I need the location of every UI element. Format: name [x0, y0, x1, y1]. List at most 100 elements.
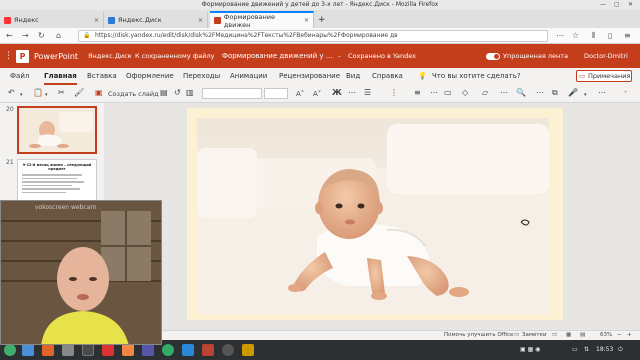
start-menu-icon[interactable] [4, 344, 16, 356]
library-icon[interactable]: ⫴ [592, 31, 595, 41]
tab-view[interactable]: Вид [346, 71, 360, 81]
reload-icon[interactable]: ↻ [38, 31, 45, 41]
app-icon[interactable] [222, 344, 234, 356]
numbering-icon[interactable]: ⋮ [390, 88, 398, 98]
app-icon[interactable] [162, 344, 174, 356]
outline-icon[interactable]: ▱ [482, 88, 488, 98]
zoom-out-icon[interactable]: − [617, 331, 622, 340]
slide-thumbnail-20[interactable] [17, 106, 97, 154]
new-tab-button[interactable]: + [314, 12, 328, 28]
undo-icon[interactable]: ↶ [8, 88, 15, 98]
simplified-ribbon-toggle[interactable]: Упрощенная лента [486, 44, 568, 68]
format-painter-icon[interactable]: 🖌 [74, 88, 84, 98]
network-icon[interactable]: ⇅ [584, 345, 589, 355]
zoom-in-icon[interactable]: + [627, 331, 632, 340]
keyboard-layout-icon[interactable]: ▭ [572, 345, 578, 355]
bullets-icon[interactable]: ☰ [364, 88, 371, 98]
tab-design[interactable]: Оформление [126, 71, 174, 81]
reading-view-icon[interactable]: ▤ [580, 331, 585, 340]
help-improve-office[interactable]: Помочь улучшить Office [444, 331, 513, 340]
cut-icon[interactable]: ✂ [58, 88, 65, 98]
chevron-down-icon[interactable]: ▾ [45, 90, 48, 100]
forward-icon[interactable]: → [22, 31, 29, 41]
new-slide-button[interactable]: Создать слайд [108, 89, 159, 99]
user-name[interactable]: Doctor-Dmitri [584, 44, 628, 68]
clock[interactable]: 18:53 [596, 345, 613, 355]
reset-icon[interactable]: ↺ [174, 88, 181, 98]
dictate-icon[interactable]: 🎤 [568, 88, 578, 98]
terminal-icon[interactable] [82, 344, 94, 356]
firefox-icon[interactable] [42, 344, 54, 356]
layout-icon[interactable]: ▤ [160, 88, 168, 98]
app-icon[interactable] [122, 344, 134, 356]
more-icon[interactable]: ⋯ [598, 88, 606, 98]
app-icon[interactable] [142, 344, 154, 356]
tab-presentation[interactable]: Формирование движен ✕ [210, 11, 314, 29]
section-icon[interactable]: ▥ [186, 88, 194, 98]
tab-review[interactable]: Рецензирование [279, 71, 340, 81]
more-icon[interactable]: ⋯ [348, 88, 356, 98]
tab-transitions[interactable]: Переходы [183, 71, 220, 81]
notes-button[interactable]: Заметки [522, 331, 547, 340]
power-icon[interactable]: ⏻ [618, 345, 623, 355]
app-icon[interactable] [242, 344, 254, 356]
yandex-disk-icon [108, 16, 115, 24]
collapse-ribbon-icon[interactable]: ˅ [624, 90, 627, 100]
chevron-down-icon[interactable]: ▾ [20, 90, 23, 100]
baby-photo[interactable] [197, 118, 549, 314]
powerpoint-logo[interactable]: P PowerPoint [16, 44, 78, 68]
minimize-icon[interactable]: — [600, 1, 606, 9]
more-icon[interactable]: ⋯ [536, 88, 544, 98]
more-actions-icon[interactable]: ⋯ [556, 31, 564, 41]
font-size-field[interactable] [264, 88, 288, 99]
app-icon[interactable] [202, 344, 214, 356]
url-bar[interactable]: 🔒 https://disk.yandex.ru/edit/disk/disk%… [78, 30, 548, 42]
tab-yandex[interactable]: Яндекс ✕ [0, 12, 104, 28]
comments-button[interactable]: ▭ Примечания [576, 70, 632, 82]
increase-font-icon[interactable]: A˄ [296, 89, 304, 99]
more-icon[interactable]: ⋯ [430, 88, 438, 98]
close-tab-icon[interactable]: ✕ [198, 17, 203, 24]
new-slide-icon[interactable]: ▣ [95, 88, 103, 98]
zoom-level[interactable]: 63% [600, 331, 612, 340]
close-window-icon[interactable]: ✕ [628, 1, 633, 9]
bookmark-icon[interactable]: ☆ [572, 31, 579, 41]
close-tab-icon[interactable]: ✕ [94, 17, 99, 24]
font-name-field[interactable] [202, 88, 262, 99]
tab-file[interactable]: Файл [10, 71, 29, 81]
maximize-icon[interactable]: ▢ [614, 1, 620, 9]
fill-icon[interactable]: ◇ [462, 88, 468, 98]
tab-home[interactable]: Главная [44, 71, 77, 85]
designer-icon[interactable]: ⧉ [552, 88, 558, 98]
app-icon[interactable] [102, 344, 114, 356]
files-icon[interactable] [22, 344, 34, 356]
breadcrumb-back-to-file[interactable]: К сохраненному файлу [135, 44, 215, 68]
tab-yandex-disk[interactable]: Яндекс.Диск ✕ [104, 12, 208, 28]
normal-view-icon[interactable]: ▭ [552, 331, 557, 340]
more-icon[interactable]: ⋯ [500, 88, 508, 98]
close-tab-icon[interactable]: ✕ [304, 17, 309, 24]
webcam-overlay[interactable]: vokoscreen webcam [0, 200, 162, 345]
toggle-switch[interactable] [486, 52, 500, 60]
bold-icon[interactable]: Ж [332, 88, 342, 98]
back-icon[interactable]: ← [6, 31, 13, 41]
tell-me-search[interactable]: Что вы хотите сделать? [432, 71, 521, 81]
align-icon[interactable]: ≡ [414, 88, 421, 98]
chevron-down-icon[interactable]: ▾ [584, 90, 587, 100]
tray-icons[interactable]: ▣ ▦ ◉ [520, 345, 540, 355]
decrease-font-icon[interactable]: A˅ [313, 89, 321, 99]
find-icon[interactable]: 🔍 [516, 88, 526, 98]
menu-icon[interactable]: ≡ [624, 31, 631, 41]
tab-animations[interactable]: Анимации [230, 71, 267, 81]
app-icon[interactable] [182, 344, 194, 356]
app-icon[interactable] [62, 344, 74, 356]
sidebar-icon[interactable]: ▯ [608, 31, 612, 41]
tab-help[interactable]: Справка [372, 71, 403, 81]
home-icon[interactable]: ⌂ [56, 31, 61, 41]
shapes-icon[interactable]: ▭ [444, 88, 452, 98]
tab-insert[interactable]: Вставка [87, 71, 117, 81]
slide-sorter-icon[interactable]: ▦ [566, 331, 571, 340]
paste-icon[interactable]: 📋 [33, 88, 43, 98]
document-title[interactable]: Формирование движений у ... [222, 44, 332, 68]
breadcrumb-disk[interactable]: Яндекс.Диск [88, 44, 132, 68]
